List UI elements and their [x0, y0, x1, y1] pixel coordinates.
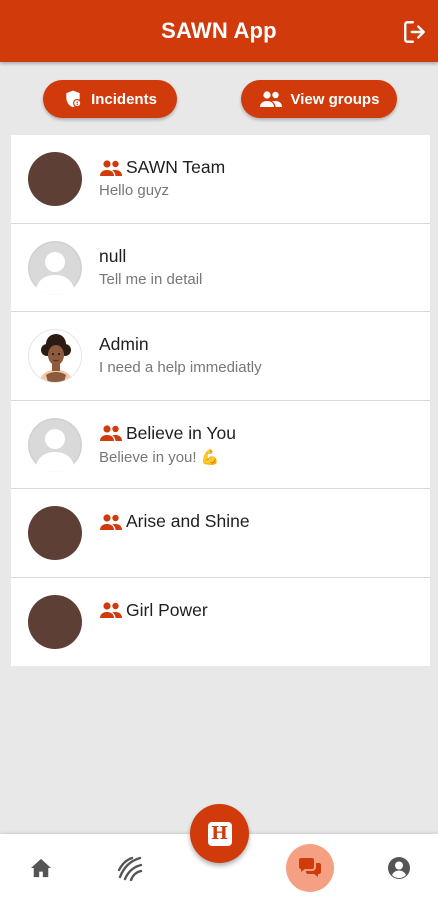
group-icon — [259, 91, 282, 107]
chat-name: Arise and Shine — [126, 511, 250, 531]
action-buttons: Incidents View groups — [0, 80, 438, 118]
incidents-label: Incidents — [91, 90, 157, 108]
last-message: Believe in you! 💪 — [99, 448, 220, 466]
nav-waves[interactable] — [116, 854, 144, 882]
default-person-icon — [28, 418, 82, 472]
avatar — [28, 594, 82, 649]
view-groups-label: View groups — [290, 90, 380, 108]
last-message: I need a help immediatly — [99, 359, 262, 376]
chat-list-item[interactable]: SAWN Team Hello guyz — [11, 135, 430, 224]
chat-list-item[interactable]: Girl Power — [11, 578, 430, 667]
shield-alert-icon — [66, 90, 82, 108]
nav-profile[interactable] — [385, 854, 413, 882]
home-icon — [31, 858, 51, 878]
chat-name: null — [99, 245, 127, 266]
chat-name: Believe in You — [126, 422, 236, 443]
group-icon — [100, 159, 122, 176]
group-icon — [100, 425, 122, 441]
waves-icon — [117, 856, 143, 881]
chat-list-item[interactable]: Admin I need a help immediatly — [11, 312, 430, 401]
avatar — [28, 152, 82, 206]
view-groups-button[interactable]: View groups — [241, 80, 397, 118]
last-message: Hello guyz — [99, 182, 170, 199]
group-icon — [100, 602, 122, 618]
account-icon — [388, 857, 410, 879]
chat-icon — [299, 858, 321, 877]
chat-list-item[interactable]: null Tell me in detail — [11, 224, 430, 312]
avatar — [28, 506, 82, 560]
woman-portrait-icon — [30, 331, 81, 382]
chat-list-item[interactable]: Arise and Shine — [11, 489, 430, 578]
nav-chat[interactable] — [286, 844, 334, 892]
app-title: SAWN App — [161, 18, 277, 43]
logout-icon[interactable] — [402, 19, 428, 45]
chat-list-item[interactable]: Believe in You Believe in you! 💪 — [11, 401, 430, 489]
last-message: Tell me in detail — [99, 270, 203, 288]
app-bar: SAWN App — [0, 0, 438, 62]
chat-name: SAWN Team — [126, 157, 226, 177]
help-fab-button[interactable]: H — [190, 804, 249, 863]
incidents-button[interactable]: Incidents — [43, 80, 177, 118]
chat-name: Admin — [99, 334, 149, 354]
group-icon — [100, 513, 122, 530]
avatar — [28, 417, 82, 472]
chat-name: Girl Power — [126, 599, 208, 620]
chat-list: SAWN Team Hello guyz null Tell me in det… — [11, 135, 430, 666]
avatar — [28, 240, 82, 295]
nav-home[interactable] — [27, 854, 55, 882]
help-h-icon: H — [207, 821, 232, 846]
default-person-icon — [28, 241, 82, 295]
avatar — [28, 329, 82, 383]
